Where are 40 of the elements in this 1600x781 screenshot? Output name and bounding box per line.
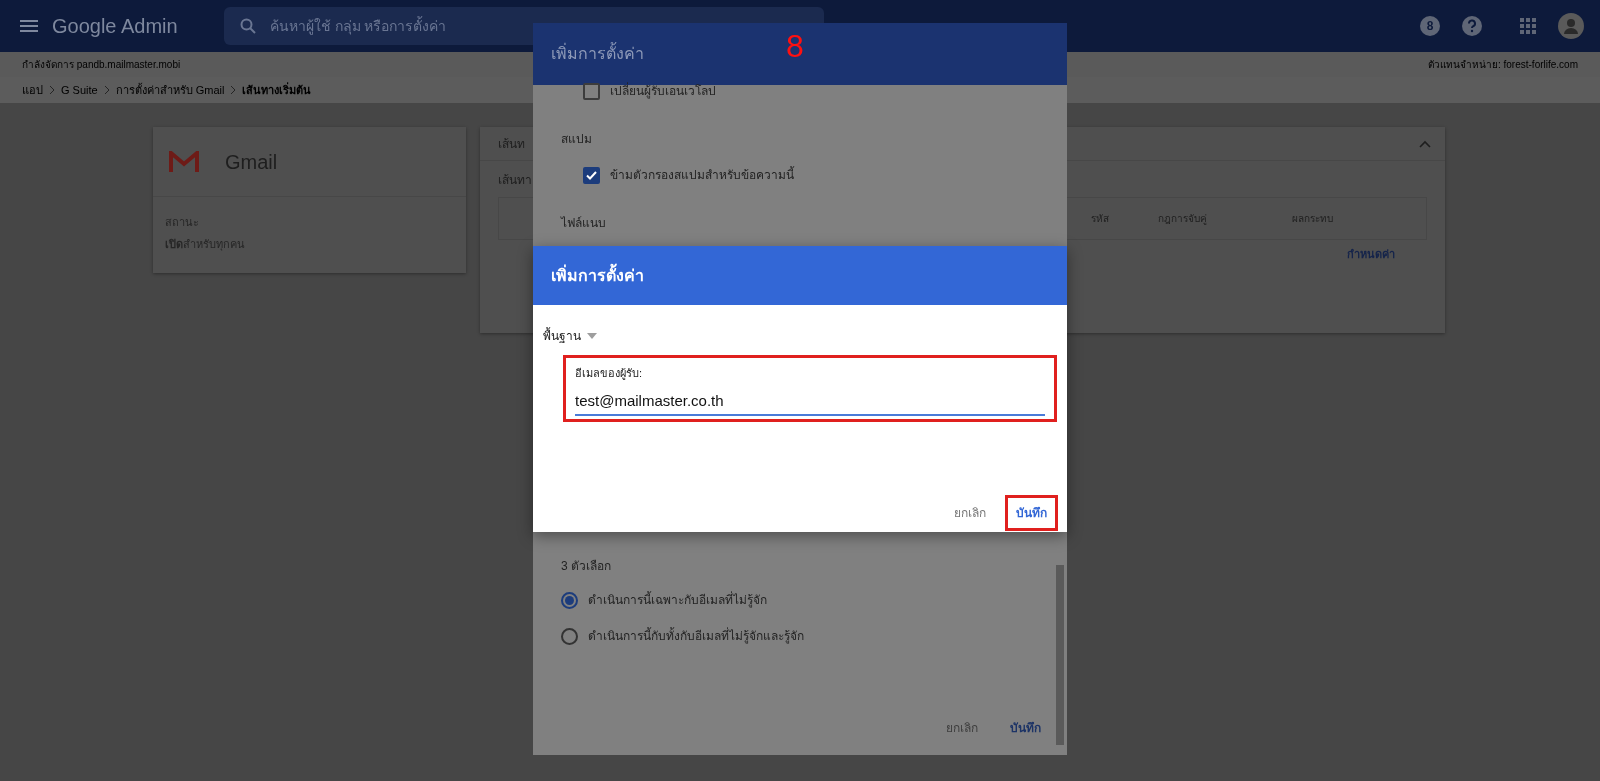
options-label: 3 ตัวเลือก [560, 558, 612, 575]
radio-label: ดำเนินการนี้เฉพาะกับอีเมลที่ไม่รู้จัก [588, 591, 767, 609]
checkbox-label: เปลี่ยนผู้รับเอนเวโลป [610, 82, 716, 100]
radio-button[interactable] [561, 591, 578, 609]
primary-button[interactable]: บันทึก [1006, 715, 1045, 741]
mode-selector[interactable]: พื้นฐาน [543, 327, 581, 345]
apps-grid-icon[interactable] [1520, 18, 1536, 34]
notification-badge[interactable]: 8 [1420, 16, 1440, 36]
check-icon [586, 170, 597, 180]
scrollbar-thumb[interactable] [1056, 565, 1064, 745]
breadcrumb-item[interactable]: การตั้งค่าสำหรับ Gmail [115, 81, 225, 99]
search-icon [239, 18, 256, 34]
section-heading: สแปม [560, 131, 593, 148]
dialog-title: เพิ่มการตั้งค่า [551, 263, 644, 288]
configure-link[interactable]: กำหนดค่า [1347, 248, 1395, 260]
chevron-right-icon [230, 86, 237, 94]
cancel-button[interactable]: ยกเลิก [942, 715, 982, 741]
managing-domain: กำลังจัดการ pandb.mailmaster.mobi [22, 58, 181, 72]
chevron-right-icon [103, 86, 110, 94]
chevron-up-icon[interactable] [1419, 139, 1431, 148]
radio-label: ดำเนินการนี้กับทั้งกับอีเมลที่ไม่รู้จักและรู้จัก [588, 627, 804, 645]
reseller-domain: ตัวแทนจำหน่าย: forest-forlife.com [1427, 58, 1578, 72]
breadcrumb-item: เส้นทางเริ่มต้น [242, 81, 312, 98]
field-label: อีเมลของผู้รับ: [575, 366, 644, 382]
breadcrumb-item[interactable]: G Suite [61, 81, 98, 99]
cancel-button[interactable]: ยกเลิก [946, 498, 994, 528]
dialog-title: เพิ่มการตั้งค่า [551, 42, 644, 66]
primary-button[interactable]: บันทึก [1008, 498, 1055, 528]
product-name: Google Admin [52, 14, 178, 39]
menu-icon[interactable] [20, 20, 38, 32]
checkbox[interactable] [583, 166, 600, 184]
checkbox-label: ข้ามตัวกรองสแปมสำหรับข้อความนี้ [610, 166, 794, 184]
checkbox[interactable] [583, 82, 600, 100]
breadcrumb-item[interactable]: แอป [22, 81, 43, 99]
help-icon[interactable] [1462, 16, 1482, 36]
avatar[interactable] [1558, 13, 1584, 39]
gmail-logo-icon [169, 150, 199, 173]
section-heading: ไฟล์แนบ [559, 215, 607, 232]
radio-button[interactable] [561, 627, 578, 645]
chevron-right-icon [49, 86, 55, 94]
